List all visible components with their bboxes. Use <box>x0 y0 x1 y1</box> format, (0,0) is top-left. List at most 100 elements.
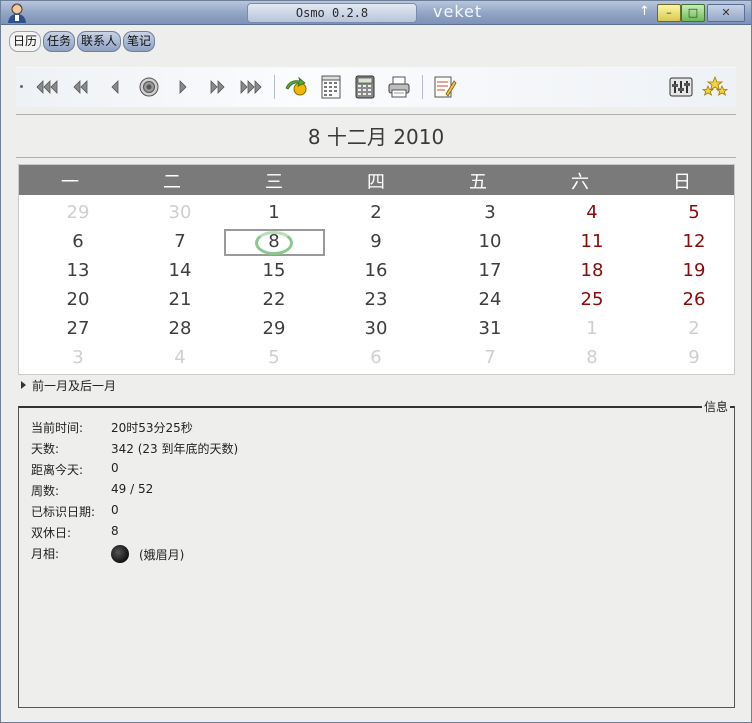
prev-year-icon[interactable] <box>34 75 60 99</box>
day-cell[interactable]: 20 <box>58 289 98 310</box>
next-month-icon[interactable] <box>204 75 230 99</box>
day-cell[interactable]: 30 <box>356 318 396 339</box>
close-icon: ✕ <box>721 6 731 19</box>
full-year-icon[interactable] <box>318 75 344 99</box>
day-cell[interactable]: 5 <box>674 202 714 223</box>
moon-phase-icon <box>111 545 129 563</box>
minimize-button[interactable]: – <box>657 4 681 22</box>
day-cell[interactable]: 2 <box>674 318 714 339</box>
maximize-button[interactable]: □ <box>681 4 705 22</box>
day-cell[interactable]: 3 <box>58 347 98 368</box>
day-cell[interactable]: 4 <box>572 202 612 223</box>
day-cell[interactable]: 7 <box>470 347 510 368</box>
day-cell[interactable]: 28 <box>160 318 200 339</box>
next-year-icon[interactable] <box>238 75 264 99</box>
prev-day-icon[interactable] <box>102 75 128 99</box>
month-calendar[interactable]: 一 二 三 四 五 六 日 29 30 1 2 3 4 5 6 7 8 9 10 11 12 13 14 15 1… <box>18 164 735 375</box>
close-button[interactable]: ✕ <box>707 4 745 22</box>
next-day-icon[interactable] <box>170 75 196 99</box>
day-cell[interactable]: 1 <box>254 202 294 223</box>
info-key: 当前时间: <box>31 421 84 435</box>
preferences-icon[interactable] <box>668 75 694 99</box>
day-cell[interactable]: 23 <box>356 289 396 310</box>
day-cell[interactable]: 12 <box>674 231 714 252</box>
day-cell[interactable]: 13 <box>58 260 98 281</box>
day-cell[interactable]: 7 <box>160 231 200 252</box>
day-cell[interactable]: 8 <box>572 347 612 368</box>
day-cell[interactable]: 11 <box>572 231 612 252</box>
info-key: 周数: <box>31 484 60 498</box>
day-cell[interactable]: 22 <box>254 289 294 310</box>
day-cell[interactable]: 6 <box>356 347 396 368</box>
day-cell[interactable]: 4 <box>160 347 200 368</box>
prev-month-icon[interactable] <box>68 75 94 99</box>
day-cell[interactable]: 9 <box>356 231 396 252</box>
moon-phase-label: (娥眉月) <box>139 548 185 562</box>
about-icon[interactable] <box>702 75 728 99</box>
day-cell[interactable]: 15 <box>254 260 294 281</box>
weekday-label: 日 <box>673 172 691 193</box>
shade-arrow-icon[interactable]: ↑ <box>639 4 650 19</box>
day-cell[interactable]: 19 <box>674 260 714 281</box>
weekday-label: 三 <box>265 172 283 193</box>
minimize-icon: – <box>666 6 672 19</box>
day-cell[interactable]: 16 <box>356 260 396 281</box>
info-key: 已标识日期: <box>31 505 96 519</box>
jump-to-date-icon[interactable] <box>284 75 310 99</box>
info-value: 49 / 52 <box>111 482 154 496</box>
desktop-brand: veket <box>433 2 483 21</box>
current-date-title: 8 十二月 2010 <box>307 125 445 149</box>
day-cell[interactable]: 29 <box>254 318 294 339</box>
tab-calendar[interactable]: 日历 <box>9 31 42 52</box>
day-cell[interactable]: 25 <box>572 289 612 310</box>
day-cell[interactable]: 14 <box>160 260 200 281</box>
window-title: Osmo 0.2.8 <box>247 3 417 23</box>
day-cell[interactable]: 21 <box>160 289 200 310</box>
toolbar-separator <box>274 75 275 99</box>
print-icon[interactable] <box>386 75 412 99</box>
calculator-icon[interactable] <box>352 75 378 99</box>
adjacent-months-expander[interactable]: 前一月及后一月 <box>21 377 116 394</box>
info-panel: 信息 当前时间: 20时53分25秒 天数: 342 (23 到年底的天数) 距… <box>18 398 735 708</box>
weekday-label: 六 <box>571 172 589 193</box>
info-value: (娥眉月) <box>111 545 184 563</box>
edit-note-icon[interactable] <box>432 75 458 99</box>
weekday-header: 一 二 三 四 五 六 日 <box>19 165 734 195</box>
tab-contacts[interactable]: 联系人 <box>77 31 122 52</box>
tab-tasks[interactable]: 任务 <box>43 31 76 52</box>
title-bar[interactable]: Osmo 0.2.8 veket ↑ – □ ✕ <box>1 1 751 25</box>
day-cell-today[interactable]: 8 <box>254 231 294 252</box>
weekday-label: 二 <box>163 172 181 193</box>
toolbar-grip[interactable] <box>20 85 23 88</box>
day-cell[interactable]: 6 <box>58 231 98 252</box>
divider <box>16 114 736 115</box>
day-cell[interactable]: 31 <box>470 318 510 339</box>
day-cell[interactable]: 2 <box>356 202 396 223</box>
day-cell[interactable]: 24 <box>470 289 510 310</box>
toolbar-separator <box>422 75 423 99</box>
day-cell[interactable]: 29 <box>58 202 98 223</box>
info-key: 月相: <box>31 547 60 561</box>
tab-notes[interactable]: 笔记 <box>123 31 156 52</box>
day-cell[interactable]: 9 <box>674 347 714 368</box>
day-cell[interactable]: 30 <box>160 202 200 223</box>
info-panel-title: 信息 <box>701 398 730 415</box>
today-icon[interactable] <box>136 75 162 99</box>
weekday-label: 一 <box>61 172 79 193</box>
divider <box>16 157 736 158</box>
day-cell[interactable]: 5 <box>254 347 294 368</box>
day-cell[interactable]: 3 <box>470 202 510 223</box>
toolbar <box>16 67 736 107</box>
expander-label: 前一月及后一月 <box>32 379 117 393</box>
day-cell[interactable]: 27 <box>58 318 98 339</box>
info-value: 0 <box>111 461 119 475</box>
weekday-label: 四 <box>367 172 385 193</box>
day-cell[interactable]: 10 <box>470 231 510 252</box>
app-user-icon[interactable] <box>6 3 28 23</box>
day-cell[interactable]: 18 <box>572 260 612 281</box>
day-cell[interactable]: 26 <box>674 289 714 310</box>
day-cell[interactable]: 1 <box>572 318 612 339</box>
day-cell[interactable]: 17 <box>470 260 510 281</box>
info-value: 0 <box>111 503 119 517</box>
info-key: 距离今天: <box>31 463 84 477</box>
